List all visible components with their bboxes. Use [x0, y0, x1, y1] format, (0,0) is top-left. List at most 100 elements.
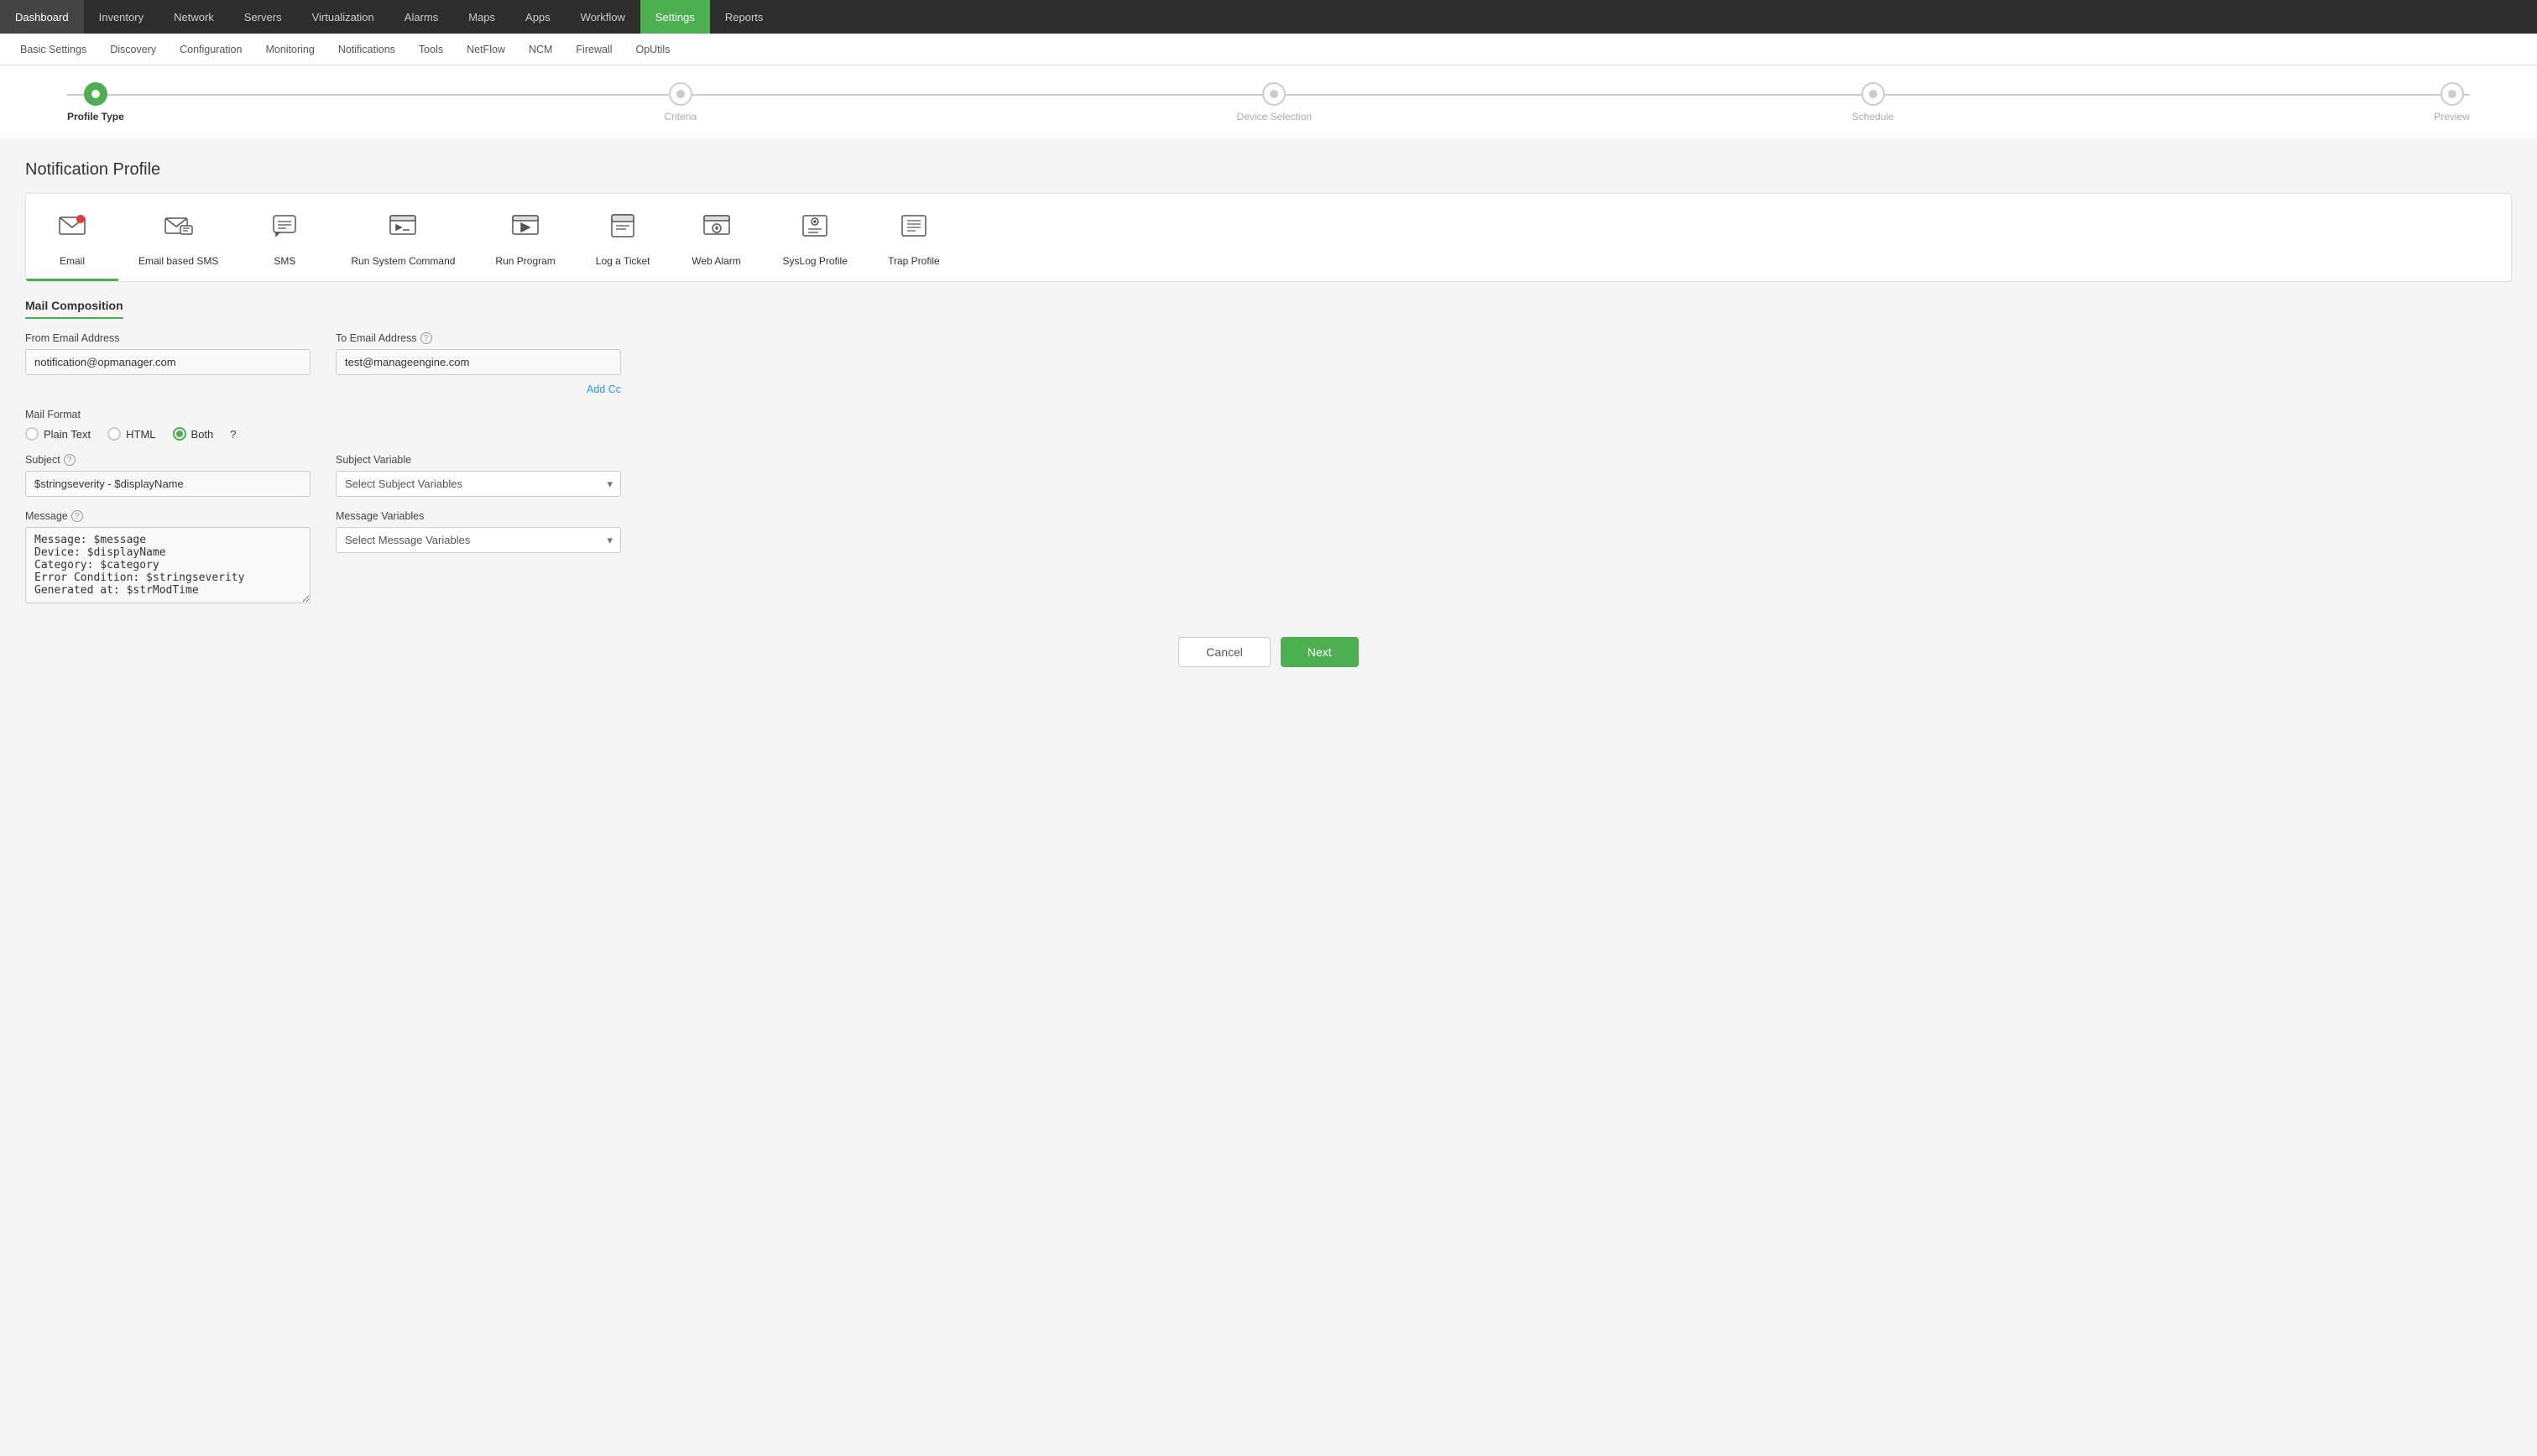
wizard-step-3[interactable]: Schedule — [1852, 82, 1894, 123]
top-nav-item-settings[interactable]: Settings — [640, 0, 710, 34]
mail-format-options: Plain Text HTML Both ? — [25, 427, 311, 441]
subject-variable-select[interactable]: Select Subject Variables — [336, 471, 621, 497]
cancel-button[interactable]: Cancel — [1178, 637, 1271, 667]
profile-card-email-sms[interactable]: Email based SMS — [118, 194, 238, 281]
mail-composition-section: Mail Composition From Email Address To E… — [25, 299, 2512, 603]
profile-card-web-alarm[interactable]: Web Alarm — [671, 194, 763, 281]
sub-nav-item-discovery[interactable]: Discovery — [98, 34, 168, 65]
top-nav-item-reports[interactable]: Reports — [710, 0, 779, 34]
wizard-container: Profile Type Criteria Device Selection Sche… — [0, 65, 2537, 140]
sub-nav-item-oputils[interactable]: OpUtils — [624, 34, 681, 65]
top-nav-item-dashboard[interactable]: Dashboard — [0, 0, 84, 34]
message-textarea[interactable]: Message: $message Device: $displayName C… — [25, 527, 311, 603]
subject-variable-group: Subject Variable Select Subject Variable… — [336, 454, 621, 497]
wizard-label-3: Schedule — [1852, 111, 1894, 123]
top-nav-item-alarms[interactable]: Alarms — [389, 0, 453, 34]
profile-card-trap[interactable]: Trap Profile — [868, 194, 960, 281]
to-email-group: To Email Address ? Add Cc — [336, 332, 621, 395]
top-nav-item-virtualization[interactable]: Virtualization — [297, 0, 389, 34]
ticket-label: Log a Ticket — [596, 255, 650, 267]
profile-cards: Email Email based SMS — [25, 193, 2512, 282]
next-button[interactable]: Next — [1281, 637, 1359, 667]
message-group: Message ? Message: $message Device: $dis… — [25, 510, 311, 603]
profile-card-ticket[interactable]: Log a Ticket — [576, 194, 671, 281]
mail-format-row: Mail Format Plain Text HTML Both ? — [25, 409, 2512, 441]
message-help-icon[interactable]: ? — [71, 510, 83, 522]
section-title: Mail Composition — [25, 299, 123, 319]
to-email-help-icon[interactable]: ? — [420, 332, 432, 344]
sub-navigation: Basic SettingsDiscoveryConfigurationMoni… — [0, 34, 2537, 65]
radio-html[interactable]: HTML — [107, 427, 155, 441]
sub-nav-item-monitoring[interactable]: Monitoring — [253, 34, 326, 65]
top-nav-item-servers[interactable]: Servers — [229, 0, 297, 34]
run-command-icon — [388, 211, 418, 247]
sub-nav-item-notifications[interactable]: Notifications — [326, 34, 407, 65]
sms-icon — [269, 211, 300, 247]
profile-card-email[interactable]: Email — [26, 194, 118, 281]
main-content: Notification Profile Email — [0, 140, 2537, 712]
sub-nav-item-firewall[interactable]: Firewall — [564, 34, 624, 65]
profile-card-syslog[interactable]: SysLog Profile — [763, 194, 868, 281]
profile-card-run-program[interactable]: Run Program — [475, 194, 575, 281]
message-variable-select-wrapper: Select Message Variables — [336, 527, 621, 553]
web-alarm-label: Web Alarm — [692, 255, 740, 267]
sub-nav-item-basic-settings[interactable]: Basic Settings — [8, 34, 98, 65]
top-nav-item-apps[interactable]: Apps — [510, 0, 566, 34]
to-email-input[interactable] — [336, 349, 621, 375]
top-nav-item-maps[interactable]: Maps — [453, 0, 510, 34]
ticket-icon — [608, 211, 638, 247]
radio-plain-text-circle — [25, 427, 39, 441]
top-nav-item-inventory[interactable]: Inventory — [84, 0, 159, 34]
wizard-circle-4 — [2440, 82, 2464, 106]
subject-group: Subject ? — [25, 454, 311, 497]
subject-variable-select-wrapper: Select Subject Variables — [336, 471, 621, 497]
sub-nav-item-netflow[interactable]: NetFlow — [455, 34, 517, 65]
wizard-circle-1 — [669, 82, 692, 106]
sms-label: SMS — [274, 255, 295, 267]
add-cc-link[interactable]: Add Cc — [336, 384, 621, 395]
message-label: Message ? — [25, 510, 311, 522]
wizard-step-1[interactable]: Criteria — [664, 82, 697, 123]
from-email-input[interactable] — [25, 349, 311, 375]
wizard-steps: Profile Type Criteria Device Selection Sche… — [0, 82, 2537, 123]
top-nav-item-workflow[interactable]: Workflow — [566, 0, 640, 34]
message-variables-select[interactable]: Select Message Variables — [336, 527, 621, 553]
wizard-step-0[interactable]: Profile Type — [67, 82, 124, 123]
page-title: Notification Profile — [25, 160, 2512, 180]
profile-card-sms[interactable]: SMS — [238, 194, 331, 281]
wizard-circle-2 — [1262, 82, 1286, 106]
message-variables-group: Message Variables Select Message Variabl… — [336, 510, 621, 603]
subject-row: Subject ? Subject Variable Select Subjec… — [25, 454, 2512, 497]
syslog-icon — [800, 211, 830, 247]
radio-html-circle — [107, 427, 121, 441]
syslog-label: SysLog Profile — [783, 255, 848, 267]
from-email-label: From Email Address — [25, 332, 311, 344]
wizard-label-2: Device Selection — [1237, 111, 1312, 123]
subject-input[interactable] — [25, 471, 311, 497]
email-icon — [57, 211, 87, 247]
email-addresses-row: From Email Address To Email Address ? Ad… — [25, 332, 2512, 395]
wizard-circle-0 — [84, 82, 107, 106]
radio-html-label: HTML — [126, 428, 155, 441]
profile-card-run-command[interactable]: Run System Command — [331, 194, 475, 281]
wizard-step-4[interactable]: Preview — [2434, 82, 2470, 123]
wizard-step-2[interactable]: Device Selection — [1237, 82, 1312, 123]
sub-nav-item-tools[interactable]: Tools — [407, 34, 455, 65]
run-program-icon — [510, 211, 540, 247]
message-row: Message ? Message: $message Device: $dis… — [25, 510, 2512, 603]
radio-both[interactable]: Both — [173, 427, 214, 441]
radio-plain-text[interactable]: Plain Text — [25, 427, 91, 441]
subject-label: Subject ? — [25, 454, 311, 466]
radio-plain-text-label: Plain Text — [44, 428, 91, 441]
top-nav-item-network[interactable]: Network — [159, 0, 229, 34]
sub-nav-item-configuration[interactable]: Configuration — [168, 34, 253, 65]
email-sms-icon — [164, 211, 194, 247]
mail-format-group: Mail Format Plain Text HTML Both ? — [25, 409, 311, 441]
wizard-label-0: Profile Type — [67, 111, 124, 123]
subject-help-icon[interactable]: ? — [64, 454, 76, 466]
mail-format-help-icon[interactable]: ? — [230, 428, 236, 441]
mail-format-label: Mail Format — [25, 409, 311, 420]
run-program-label: Run Program — [495, 255, 555, 267]
wizard-circle-3 — [1861, 82, 1885, 106]
sub-nav-item-ncm[interactable]: NCM — [517, 34, 564, 65]
